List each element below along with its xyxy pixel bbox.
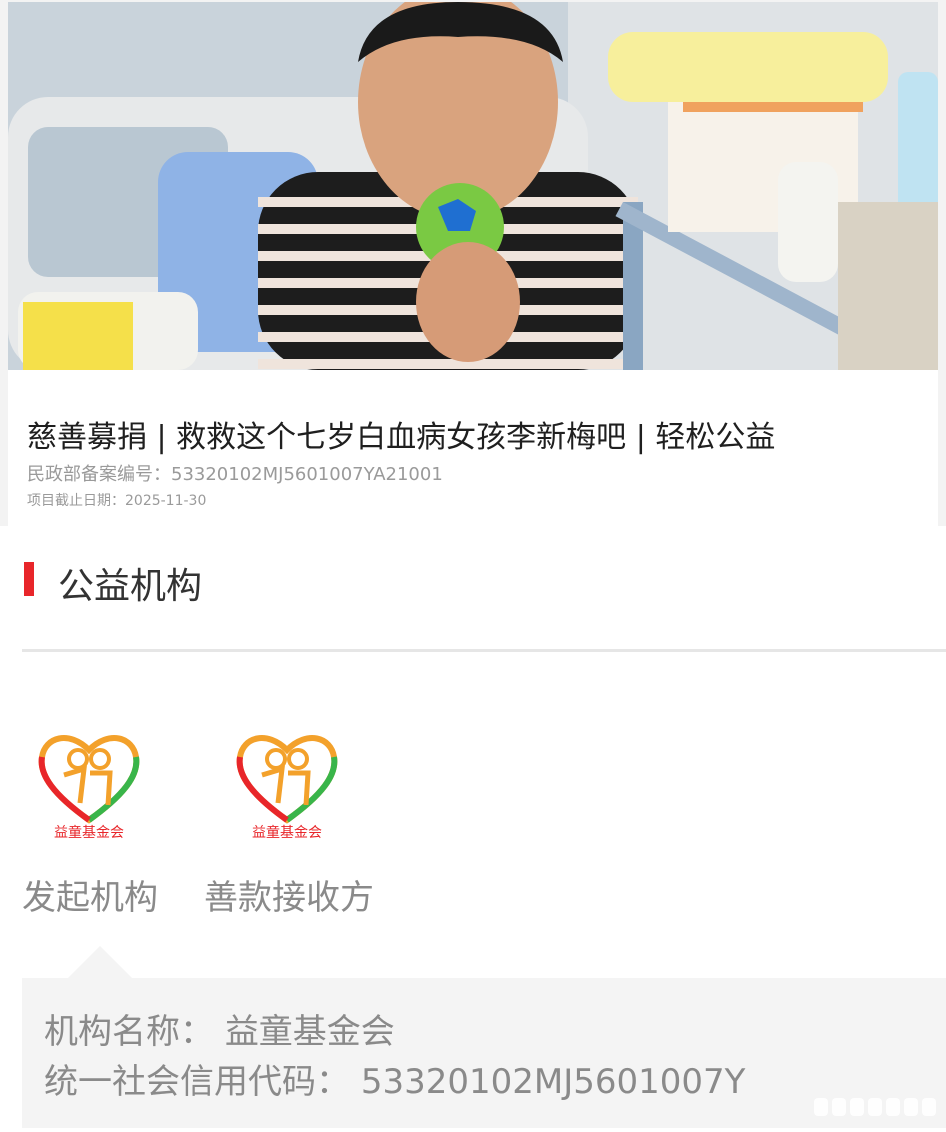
credit-code-label: 统一社会信用代码： bbox=[44, 1062, 350, 1102]
watermark bbox=[814, 1098, 936, 1116]
project-cover-image[interactable] bbox=[8, 2, 938, 370]
section-title: 公益机构 bbox=[58, 566, 203, 607]
logo-text: 益童基金会 bbox=[252, 824, 322, 840]
organization-info-panel: 机构名称： 益童基金会 统一社会信用代码： 53320102MJ5601007Y bbox=[22, 978, 946, 1128]
org-name-label: 机构名称： bbox=[44, 1012, 214, 1052]
foundation-logo-icon: 益童基金会 bbox=[236, 735, 338, 840]
tab-pointer bbox=[68, 946, 132, 978]
project-deadline: 项目截止日期：2025-11-30 bbox=[27, 493, 207, 509]
section-accent-bar bbox=[24, 562, 34, 596]
tab-label: 善款接收方 bbox=[204, 878, 374, 918]
registration-number: 民政部备案编号：53320102MJ5601007YA21001 bbox=[27, 464, 443, 485]
credit-code-row: 统一社会信用代码： 53320102MJ5601007Y bbox=[44, 1054, 745, 1103]
org-name-value: 益童基金会 bbox=[224, 1012, 395, 1052]
logo-text: 益童基金会 bbox=[54, 824, 124, 840]
tab-receiving-party[interactable]: 益童基金会 善款接收方 bbox=[204, 725, 374, 925]
foundation-logo-icon: 益童基金会 bbox=[38, 735, 140, 840]
section-divider bbox=[22, 649, 946, 652]
tab-launching-organization[interactable]: 益童基金会 发起机构 bbox=[22, 725, 192, 925]
org-name-row: 机构名称： 益童基金会 bbox=[44, 1004, 395, 1053]
project-title: 慈善募捐 | 救救这个七岁白血病女孩李新梅吧 | 轻松公益 bbox=[27, 420, 776, 455]
tab-label: 发起机构 bbox=[22, 878, 158, 918]
project-card[interactable]: 慈善募捐 | 救救这个七岁白血病女孩李新梅吧 | 轻松公益 民政部备案编号：53… bbox=[0, 0, 946, 526]
credit-code-value: 53320102MJ5601007Y bbox=[360, 1062, 746, 1102]
